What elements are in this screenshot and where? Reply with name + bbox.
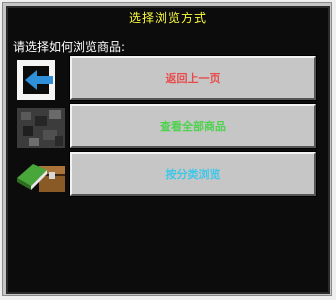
view-all-button[interactable]: 查看全部商品 <box>69 103 317 149</box>
view-all-button-label: 查看全部商品 <box>160 121 226 133</box>
browse-by-category-button[interactable]: 按分类浏览 <box>69 151 317 197</box>
back-arrow-icon[interactable] <box>15 58 67 102</box>
back-button[interactable]: 返回上一页 <box>69 55 317 101</box>
stone-block-icon[interactable] <box>15 106 67 150</box>
browse-by-category-button-label: 按分类浏览 <box>165 169 221 181</box>
book-chest-icon[interactable] <box>15 152 67 196</box>
dialog-title: 选择浏览方式 <box>128 11 207 25</box>
back-button-label: 返回上一页 <box>165 73 221 85</box>
browse-prompt: 请选择如何浏览商品: <box>13 40 126 54</box>
